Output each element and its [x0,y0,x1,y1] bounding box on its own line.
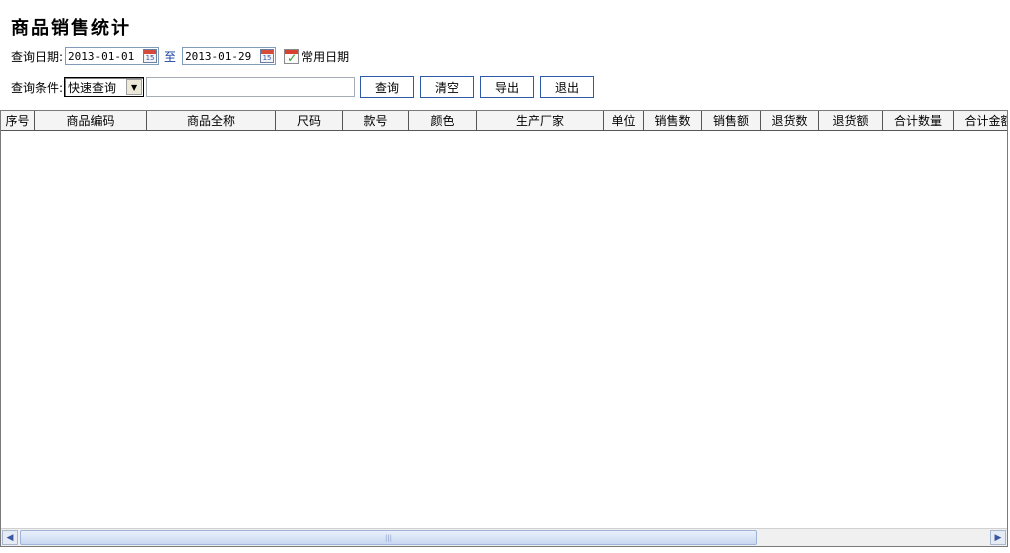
date-from-value: 2013-01-01 [68,49,135,63]
column-header[interactable]: 合计数量 [883,111,954,130]
column-header[interactable]: 退货额 [819,111,883,130]
column-header[interactable]: 商品全称 [147,111,276,130]
export-button[interactable]: 导出 [480,76,535,98]
exit-button[interactable]: 退出 [540,76,595,98]
common-date-icon[interactable]: ✓ [284,48,300,64]
column-header[interactable]: 尺码 [276,111,343,130]
condition-input[interactable] [146,77,356,97]
scroll-right-icon[interactable]: ▶ [990,530,1006,545]
column-header[interactable]: 销售数 [644,111,702,130]
column-header[interactable]: 款号 [343,111,409,130]
date-to-separator: 至 [164,49,177,64]
date-label: 查询日期: [11,49,64,64]
grid-header: 序号 商品编码 商品全称 尺码 款号 颜色 生产厂家 单位 销售数 销售额 退货… [1,111,1007,131]
condition-selected-value: 快速查询 [68,80,117,95]
date-from-field[interactable]: 2013-01-01 15 [65,47,160,65]
condition-label: 查询条件: [11,80,64,95]
column-header[interactable]: 退货数 [761,111,819,130]
column-header[interactable]: 销售额 [702,111,761,130]
date-query-row: 查询日期: 2013-01-01 15 至 2013-01-29 15 ✓ 常用… [11,45,349,67]
date-to-field[interactable]: 2013-01-29 15 [182,47,277,65]
condition-select[interactable]: 快速查询 ▼ [64,77,145,97]
condition-query-row: 查询条件: 快速查询 ▼ 查询 清空 导出 退出 [11,76,595,98]
date-to-value: 2013-01-29 [185,49,252,63]
common-date-link[interactable]: 常用日期 [301,48,349,65]
page-title: 商品销售统计 [11,18,131,39]
horizontal-scrollbar[interactable]: ◀ ||| ▶ [1,528,1007,546]
column-header[interactable]: 单位 [604,111,644,130]
scroll-left-icon[interactable]: ◀ [2,530,18,545]
search-button[interactable]: 查询 [360,76,415,98]
column-header[interactable]: 序号 [1,111,35,130]
clear-button[interactable]: 清空 [420,76,475,98]
sales-grid[interactable]: 序号 商品编码 商品全称 尺码 款号 颜色 生产厂家 单位 销售数 销售额 退货… [0,110,1008,547]
column-header[interactable]: 商品编码 [35,111,147,130]
scrollbar-thumb[interactable]: ||| [20,530,757,545]
column-header[interactable]: 颜色 [409,111,477,130]
calendar-icon[interactable]: 15 [260,49,275,63]
column-header[interactable]: 生产厂家 [477,111,604,130]
dropdown-arrow-icon[interactable]: ▼ [126,79,143,95]
calendar-icon[interactable]: 15 [143,49,158,63]
column-header[interactable]: 合计金额 [954,111,1007,130]
